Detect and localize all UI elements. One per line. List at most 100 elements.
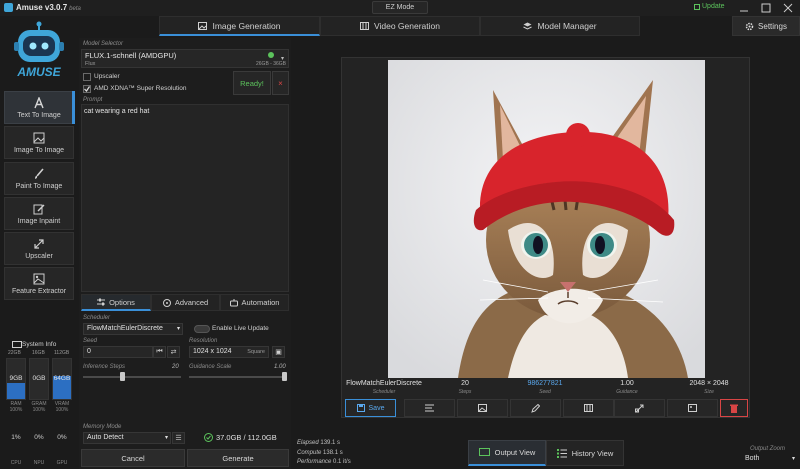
memory-mode-menu-button[interactable]: ☰: [172, 432, 185, 444]
app-title: Amuse v3.0.7 beta: [16, 3, 81, 12]
output-seed[interactable]: 986277821: [520, 380, 570, 387]
aspect-lock-button[interactable]: ▣: [272, 346, 285, 358]
seed-input[interactable]: 0: [83, 346, 153, 358]
resolution-label: Resolution: [189, 338, 218, 344]
output-steps: 20: [461, 380, 469, 387]
sidebar-active-indicator: [72, 91, 75, 124]
output-zoom-select[interactable]: Both ▾: [745, 455, 797, 467]
delete-button[interactable]: [720, 399, 748, 417]
ready-status: Ready!: [233, 71, 271, 95]
chevron-down-icon: ▾: [176, 326, 180, 332]
seed-label: Seed: [83, 338, 98, 344]
tab-video-generation[interactable]: Video Generation: [320, 16, 480, 36]
send-to-paint-button[interactable]: [510, 399, 561, 417]
close-window-button[interactable]: [777, 1, 799, 15]
copy-prompt-button[interactable]: [404, 399, 455, 417]
output-view-button[interactable]: Output View: [468, 440, 546, 466]
settings-label: Settings: [758, 21, 787, 31]
steps-slider-track: [83, 376, 181, 378]
sidebar-item-image-inpaint[interactable]: Image Inpaint: [4, 197, 74, 230]
expand-icon: [34, 238, 44, 249]
amuse-logo: AMUSE: [6, 20, 72, 86]
output-size: 2048 × 2048: [689, 380, 729, 387]
trash-icon: [730, 404, 738, 413]
prompt-text: cat wearing a red hat: [84, 108, 150, 115]
tab-label: Options: [109, 297, 135, 307]
model-status-dot: [268, 52, 274, 58]
maximize-button[interactable]: [755, 1, 777, 15]
prompt-input[interactable]: [81, 104, 289, 292]
minimize-button[interactable]: [733, 1, 755, 15]
minimize-icon: [740, 10, 748, 12]
check-circle-icon: [204, 433, 213, 442]
tab-automation[interactable]: Automation: [220, 294, 289, 311]
tab-advanced[interactable]: Advanced: [151, 294, 220, 311]
history-view-button[interactable]: History View: [546, 440, 624, 466]
settings-button[interactable]: Settings: [732, 16, 800, 36]
skip-icon: ⏮: [156, 348, 163, 355]
cancel-button[interactable]: Cancel: [81, 449, 185, 467]
sidebar-item-label: Text To Image: [17, 111, 61, 119]
seed-value: 0: [87, 348, 91, 355]
seed-random-button[interactable]: ⇄: [167, 346, 180, 358]
ram-max: 100%: [9, 407, 23, 413]
ez-mode-button[interactable]: EZ Mode: [372, 1, 428, 14]
sidebar-item-image-to-image[interactable]: Image To Image: [4, 126, 74, 159]
model-family: Flux: [85, 61, 96, 67]
image-icon: [198, 21, 208, 30]
sidebar-item-upscaler[interactable]: Upscaler: [4, 232, 74, 265]
gear-icon: [745, 22, 754, 30]
pencil-icon: [531, 403, 540, 413]
chevron-down-icon: ▾: [281, 56, 285, 62]
app-title-text: Amuse v3.0.7: [16, 3, 68, 12]
sidebar-item-paint-to-image[interactable]: Paint To Image: [4, 162, 74, 195]
list-icon: [425, 404, 434, 412]
steps-slider[interactable]: [120, 372, 126, 381]
memory-mode-select[interactable]: Auto Detect ▾: [83, 432, 171, 444]
send-to-upscaler-button[interactable]: [614, 399, 665, 417]
history-view-label: History View: [571, 448, 614, 458]
guidance-slider[interactable]: [282, 372, 287, 381]
upscaler-label: Upscaler: [94, 73, 120, 80]
tab-label: Video Generation: [373, 21, 440, 31]
memory-mode-value: Auto Detect: [87, 434, 124, 441]
generate-button[interactable]: Generate: [187, 449, 289, 467]
maximize-icon: [761, 3, 771, 13]
update-icon: [694, 3, 700, 10]
send-to-extractor-button[interactable]: [667, 399, 718, 417]
send-to-video-button[interactable]: [563, 399, 614, 417]
scheduler-value: FlowMatchEulerDiscrete: [87, 325, 163, 332]
update-link[interactable]: Update: [694, 3, 725, 10]
upscaler-checkbox[interactable]: [83, 73, 91, 81]
tab-image-generation[interactable]: Image Generation: [159, 16, 320, 36]
elapsed-stat: Elapsed 139.1 s: [297, 440, 340, 446]
output-guidance-label: Guidance: [616, 389, 638, 395]
image-icon: [33, 132, 45, 143]
seed-reset-button[interactable]: ⏮: [153, 346, 166, 358]
layers-icon: [523, 22, 533, 30]
sidebar-item-feature-extractor[interactable]: Feature Extractor: [4, 267, 74, 300]
resolution-preset: Square: [247, 349, 265, 355]
scheduler-select[interactable]: FlowMatchEulerDiscrete ▾: [83, 323, 183, 335]
tab-options[interactable]: Options: [81, 294, 151, 311]
gram-max: 100%: [32, 407, 46, 413]
output-view-label: Output View: [494, 448, 536, 457]
save-button[interactable]: Save: [345, 399, 396, 417]
image-icon: [478, 404, 487, 412]
generated-image[interactable]: [388, 60, 705, 378]
super-resolution-checkbox[interactable]: [83, 85, 91, 93]
send-to-image-button[interactable]: [457, 399, 508, 417]
tab-model-manager[interactable]: Model Manager: [480, 16, 640, 36]
live-update-toggle[interactable]: [194, 325, 210, 333]
sliders-icon: [97, 298, 106, 306]
unload-model-button[interactable]: ×: [272, 71, 289, 95]
resolution-select[interactable]: 1024 x 1024 Square: [189, 346, 269, 358]
app-icon: [4, 3, 13, 12]
sidebar-item-text-to-image[interactable]: Text To Image: [4, 91, 74, 124]
monitor-icon: [478, 448, 490, 456]
cpu-label: CPU: [10, 460, 22, 466]
vram-max: 100%: [55, 407, 69, 413]
output-scheduler: FlowMatchEulerDiscrete: [346, 380, 422, 387]
npu-label: NPU: [33, 460, 45, 466]
gpu-label: GPU: [56, 460, 68, 466]
